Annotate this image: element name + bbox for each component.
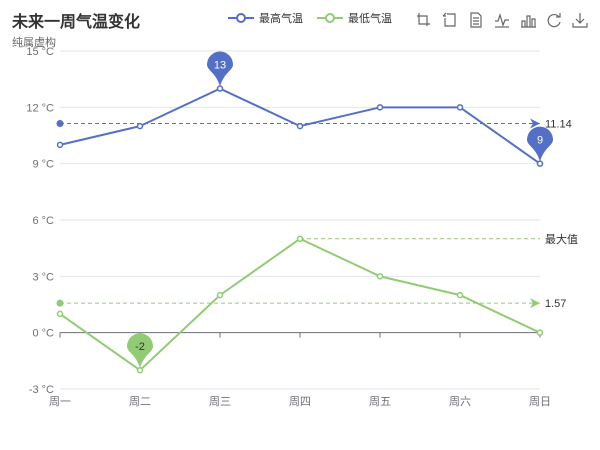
line-chart: -3 °C 0 °C 3 °C 6 °C 9 °C 12 °C 15 °C 周一 周二 周三 周四 周… [26,46,578,408]
data-point[interactable] [376,273,384,280]
mark-line-start-dot [56,119,64,127]
data-point[interactable] [56,310,64,318]
mark-line-start-dot [56,299,64,307]
y-tick-label: 12 °C [26,102,54,114]
data-point[interactable] [136,122,144,130]
data-point[interactable] [536,160,544,167]
x-tick-label: 周三 [209,395,231,408]
x-tick-label: 周二 [129,395,151,408]
data-point[interactable] [136,366,144,374]
x-tick-label: 周四 [289,395,311,408]
mark-point-label: -2 [135,341,145,353]
x-tick-label: 周一 [49,395,71,408]
data-point[interactable] [56,141,64,149]
data-point[interactable] [376,104,384,111]
data-point[interactable] [296,122,304,130]
data-point[interactable] [216,85,224,92]
mark-line-label: 最大值 [545,232,578,246]
y-tick-label: 6 °C [32,215,54,227]
data-point[interactable] [296,235,304,243]
x-tick-label: 周五 [369,395,391,408]
x-tick-label: 周六 [449,395,471,408]
data-point[interactable] [536,329,544,336]
y-tick-label: 15 °C [26,46,54,58]
mark-line-label: 11.14 [545,118,572,130]
mark-line-label: 1.57 [545,298,566,310]
data-point[interactable] [456,291,464,299]
y-tick-label: 9 °C [32,159,54,171]
y-tick-label: 0 °C [32,328,54,340]
y-tick-label: 3 °C [32,271,54,283]
x-tick-label: 周日 [529,395,551,408]
data-point[interactable] [456,104,464,111]
data-point[interactable] [216,291,224,299]
mark-point-label: 9 [537,135,543,147]
y-tick-label: -3 °C [29,384,54,396]
mark-point-label: 13 [214,60,226,72]
